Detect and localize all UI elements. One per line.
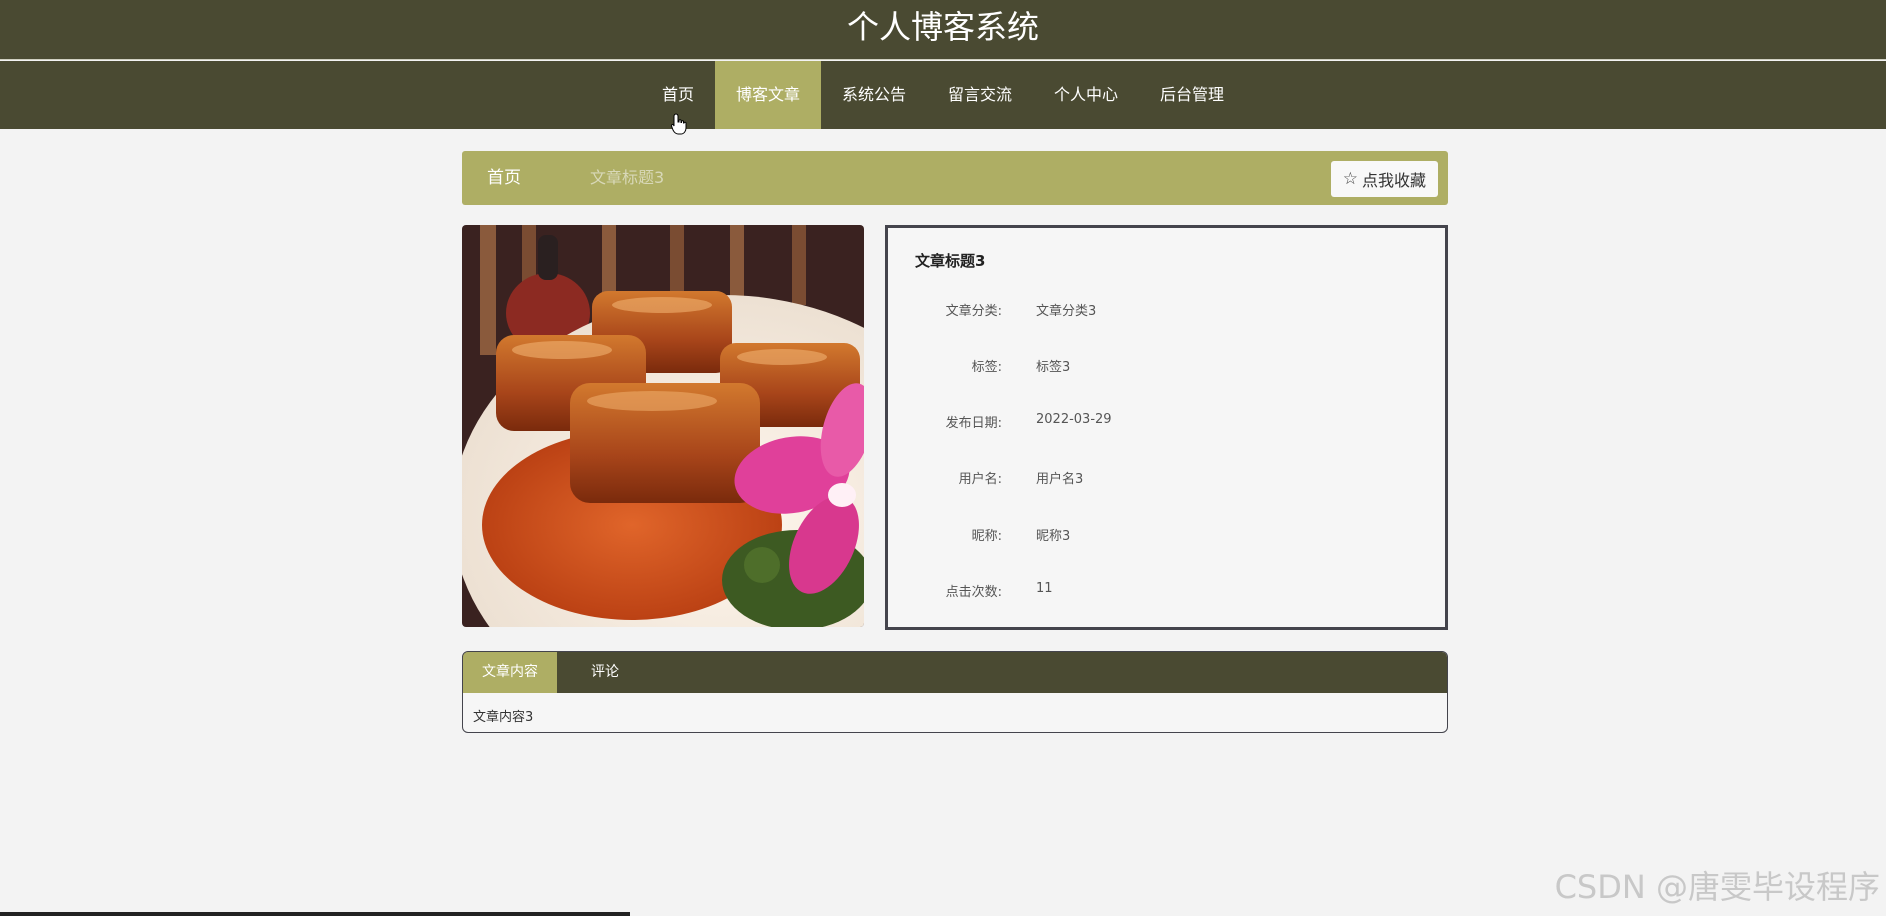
watermark-text: CSDN @唐雯毕设程序 xyxy=(1554,868,1880,906)
breadcrumb-current: 文章标题3 xyxy=(590,168,665,187)
info-value: 文章分类3 xyxy=(1036,304,1097,319)
site-title: 个人博客系统 xyxy=(846,8,1039,46)
breadcrumb-home-link[interactable]: 首页 xyxy=(487,151,521,205)
nav-item-admin[interactable]: 后台管理 xyxy=(1139,61,1245,129)
hand-cursor-icon xyxy=(671,113,687,135)
info-value: 2022-03-29 xyxy=(1036,412,1112,427)
collect-button-label: 点我收藏 xyxy=(1361,171,1426,190)
article-title: 文章标题3 xyxy=(915,252,986,270)
article-info-panel: 文章标题3 文章分类: 文章分类3 标签: 标签3 发布日期: 2022-03-… xyxy=(885,225,1448,630)
info-label: 文章分类: xyxy=(945,304,1002,319)
nav-item-announcements[interactable]: 系统公告 xyxy=(821,61,927,129)
info-row-nickname: 昵称: 昵称3 xyxy=(888,525,1448,549)
info-label: 昵称: xyxy=(971,529,1002,544)
info-value: 11 xyxy=(1036,581,1053,596)
info-value: 标签3 xyxy=(1036,360,1071,375)
tab-article-content[interactable]: 文章内容 xyxy=(463,652,557,693)
breadcrumb: 首页 文章标题3 ☆ 点我收藏 xyxy=(462,151,1448,205)
info-row-username: 用户名: 用户名3 xyxy=(888,468,1448,492)
tabs-header: 文章内容 评论 xyxy=(463,652,1447,693)
info-row-publish-date: 发布日期: 2022-03-29 xyxy=(888,412,1448,436)
info-row-click-count: 点击次数: 11 xyxy=(888,581,1448,605)
nav-item-personal-center[interactable]: 个人中心 xyxy=(1033,61,1139,129)
site-header: 个人博客系统 xyxy=(0,0,1886,60)
info-label: 发布日期: xyxy=(945,416,1002,431)
collect-button[interactable]: ☆ 点我收藏 xyxy=(1330,161,1438,197)
braised-pork-dish-image xyxy=(462,225,864,627)
star-outline-icon: ☆ xyxy=(1342,169,1358,189)
bottom-divider xyxy=(0,912,630,916)
info-label: 用户名: xyxy=(958,472,1002,487)
nav-item-blog-articles[interactable]: 博客文章 xyxy=(714,61,821,129)
main-nav: 首页 博客文章 系统公告 留言交流 个人中心 后台管理 xyxy=(0,61,1886,129)
tab-content-text: 文章内容3 xyxy=(473,710,534,725)
nav-item-messages[interactable]: 留言交流 xyxy=(927,61,1033,129)
info-value: 用户名3 xyxy=(1036,472,1084,487)
article-tabs-panel: 文章内容 评论 文章内容3 xyxy=(462,651,1448,733)
info-label: 标签: xyxy=(971,360,1002,375)
tab-comments[interactable]: 评论 xyxy=(557,652,653,693)
info-row-category: 文章分类: 文章分类3 xyxy=(888,300,1448,324)
article-image xyxy=(462,225,864,627)
info-value: 昵称3 xyxy=(1036,529,1071,544)
info-row-tags: 标签: 标签3 xyxy=(888,356,1448,380)
info-label: 点击次数: xyxy=(945,585,1002,600)
